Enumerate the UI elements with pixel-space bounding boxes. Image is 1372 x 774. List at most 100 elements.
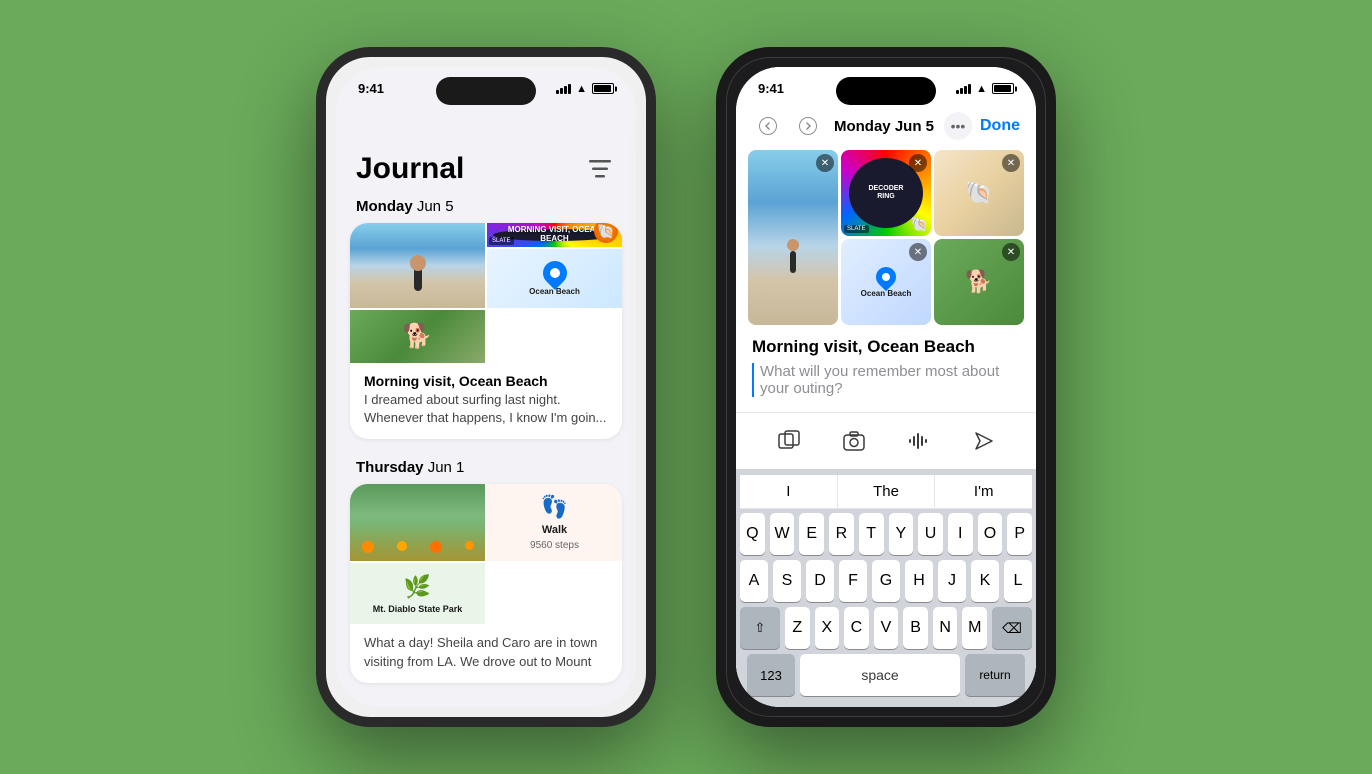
status-icons-left: ▲ [556,83,614,95]
key-z[interactable]: Z [785,607,810,649]
battery-icon-right [992,83,1014,94]
keyboard-row-2: A S D F G H J K L [740,560,1032,602]
left-phone: 9:41 ▲ [316,47,656,727]
journal-card-thursday[interactable]: 👣 Walk 9560 steps 🌿 Mt. Diablo State Par… [350,484,622,682]
section-day-monday: Monday [356,198,413,215]
key-a[interactable]: A [740,560,768,602]
keyboard-suggestions: I The I'm [740,475,1032,509]
return-key[interactable]: return [965,654,1025,696]
voice-button[interactable] [901,423,937,459]
key-g[interactable]: G [872,560,900,602]
edit-photo-beach-main: ✕ [748,150,838,325]
key-i[interactable]: I [948,513,973,555]
wifi-icon-left: ▲ [576,83,587,95]
key-k[interactable]: K [971,560,999,602]
key-o[interactable]: O [978,513,1003,555]
key-h[interactable]: H [905,560,933,602]
wifi-icon-right: ▲ [976,83,987,95]
keyboard-row-3: ⇧ Z X C V B N M ⌫ [740,607,1032,649]
section-day-thursday: Thursday [356,459,424,476]
photo-flowers [350,484,485,561]
time-right: 9:41 [758,81,784,96]
space-key[interactable]: space [800,654,960,696]
remove-photo-main[interactable]: ✕ [816,154,834,172]
edit-nav: Monday Jun 5 ••• Done [736,102,1036,150]
key-q[interactable]: Q [740,513,765,555]
dynamic-island-left [436,77,536,105]
beach-person [414,263,422,291]
camera-button[interactable] [836,423,872,459]
left-screen-content: 9:41 ▲ [336,67,636,707]
location-pin-icon [538,256,572,290]
edit-photo-decoder: ✕ DECODERRING SLATE 🐚 [841,150,931,236]
key-j[interactable]: J [938,560,966,602]
card-title-monday: Morning visit, Ocean Beach [364,373,608,389]
suggestion-i[interactable]: I [740,475,838,508]
edit-text-area[interactable]: Morning visit, Ocean Beach What will you… [736,325,1036,412]
back-button[interactable] [752,110,784,142]
remove-photo-location[interactable]: ✕ [909,243,927,261]
signal-icon-right [956,84,971,94]
section-date-val-thursday: Jun 1 [428,459,465,476]
dynamic-island-right [836,77,936,105]
photo-dog: 🐕 [350,310,485,363]
keyboard-row-4: 123 space return [740,654,1032,696]
section-date-monday: Monday Jun 5 [336,194,636,223]
suggestion-im[interactable]: I'm [935,475,1032,508]
key-v[interactable]: V [874,607,899,649]
journal-card-monday[interactable]: Morning visit, Ocean Beach SLATE 🐚 Oc [350,223,622,439]
key-x[interactable]: X [815,607,840,649]
photo-grid-thursday: 👣 Walk 9560 steps 🌿 Mt. Diablo State Par… [350,484,622,624]
walk-label: Walk [542,524,567,536]
media-library-button[interactable] [771,423,807,459]
edit-photo-grid: ✕ ✕ DECODERRING SLATE 🐚 [748,150,1024,325]
key-m[interactable]: M [962,607,987,649]
send-button[interactable] [966,423,1002,459]
decoder-badge: SLATE [489,237,514,245]
keyboard: I The I'm Q W E R T Y U I O [736,469,1036,707]
card-body-thursday: What a day! Sheila and Caro are in town … [364,634,608,670]
key-c[interactable]: C [844,607,869,649]
right-phone-screen: 9:41 ▲ [736,67,1036,707]
shift-key[interactable]: ⇧ [740,607,780,649]
section-date-thursday: Thursday Jun 1 [336,455,636,484]
key-n[interactable]: N [933,607,958,649]
key-r[interactable]: R [829,513,854,555]
delete-key[interactable]: ⌫ [992,607,1032,649]
photo-beach [350,223,485,308]
remove-photo-seashell[interactable]: ✕ [1002,154,1020,172]
key-s[interactable]: S [773,560,801,602]
key-l[interactable]: L [1004,560,1032,602]
card-text-thursday: What a day! Sheila and Caro are in town … [350,624,622,682]
done-button[interactable]: Done [980,117,1020,135]
photo-grid-monday: Morning visit, Ocean Beach SLATE 🐚 Oc [350,223,622,363]
phones-container: 9:41 ▲ [316,47,1056,727]
numbers-key[interactable]: 123 [747,654,795,696]
key-e[interactable]: E [799,513,824,555]
walk-steps: 9560 steps [530,540,579,551]
edit-toolbar [736,412,1036,469]
battery-icon-left [592,83,614,94]
key-b[interactable]: B [903,607,928,649]
edit-photo-seashell: ✕ 🐚 [934,150,1024,236]
card-body-monday: I dreamed about surfing last night. When… [364,391,608,427]
nav-title: Monday Jun 5 [834,118,934,135]
edit-placeholder: What will you remember most about your o… [752,363,1020,397]
filter-button[interactable] [584,153,616,185]
remove-photo-dog[interactable]: ✕ [1002,243,1020,261]
key-t[interactable]: T [859,513,884,555]
section-date-val-monday: Jun 5 [417,198,454,215]
key-f[interactable]: F [839,560,867,602]
key-p[interactable]: P [1007,513,1032,555]
key-u[interactable]: U [918,513,943,555]
remove-photo-decoder[interactable]: ✕ [909,154,927,172]
forward-button[interactable] [792,110,824,142]
card-text-monday: Morning visit, Ocean Beach I dreamed abo… [350,363,622,439]
key-w[interactable]: W [770,513,795,555]
key-d[interactable]: D [806,560,834,602]
key-y[interactable]: Y [889,513,914,555]
suggestion-the[interactable]: The [838,475,936,508]
park-label: Mt. Diablo State Park [373,604,463,615]
photo-decoder-ring: Morning visit, Ocean Beach SLATE 🐚 [487,223,622,247]
more-options-button[interactable]: ••• [944,112,972,140]
